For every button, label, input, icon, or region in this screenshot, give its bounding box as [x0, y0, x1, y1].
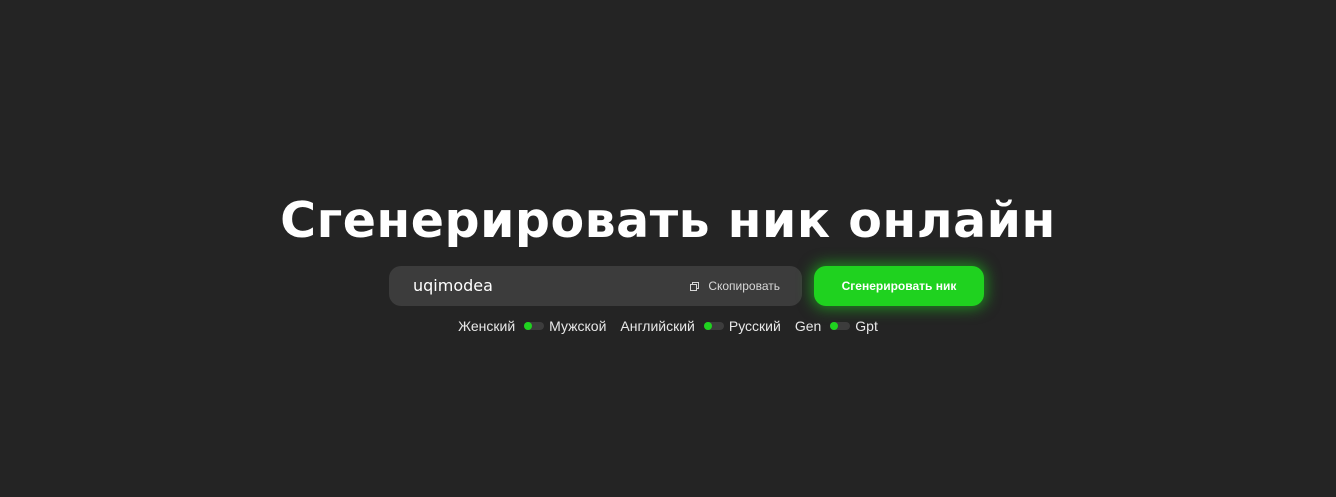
- gender-switch-knob: [524, 322, 533, 330]
- nickname-result-field[interactable]: uqimodea Скопировать: [389, 266, 802, 306]
- copy-button-label: Скопировать: [708, 279, 780, 293]
- mode-switch[interactable]: [830, 322, 851, 330]
- options-toggles: Женский Мужской Английский Русский Gen G…: [0, 316, 1336, 336]
- generate-nickname-button[interactable]: Сгенерировать ник: [814, 266, 984, 306]
- language-toggle-group: Английский Русский: [620, 316, 780, 336]
- language-switch[interactable]: [703, 322, 724, 330]
- nickname-result-text: uqimodea: [413, 276, 493, 295]
- language-option-english[interactable]: Английский: [620, 316, 694, 336]
- gender-toggle-group: Женский Мужской: [458, 316, 606, 336]
- mode-toggle-group: Gen Gpt: [795, 316, 878, 336]
- gender-option-male[interactable]: Мужской: [549, 316, 606, 336]
- mode-switch-knob: [830, 322, 839, 330]
- gender-option-female[interactable]: Женский: [458, 316, 515, 336]
- copy-button[interactable]: Скопировать: [690, 266, 780, 306]
- mode-option-gpt[interactable]: Gpt: [855, 316, 878, 336]
- mode-option-gen[interactable]: Gen: [795, 316, 821, 336]
- language-option-russian[interactable]: Русский: [729, 316, 781, 336]
- gender-switch[interactable]: [524, 322, 545, 330]
- copy-icon: [690, 281, 700, 291]
- language-switch-knob: [703, 322, 712, 330]
- page-title: Сгенерировать ник онлайн: [280, 191, 1056, 249]
